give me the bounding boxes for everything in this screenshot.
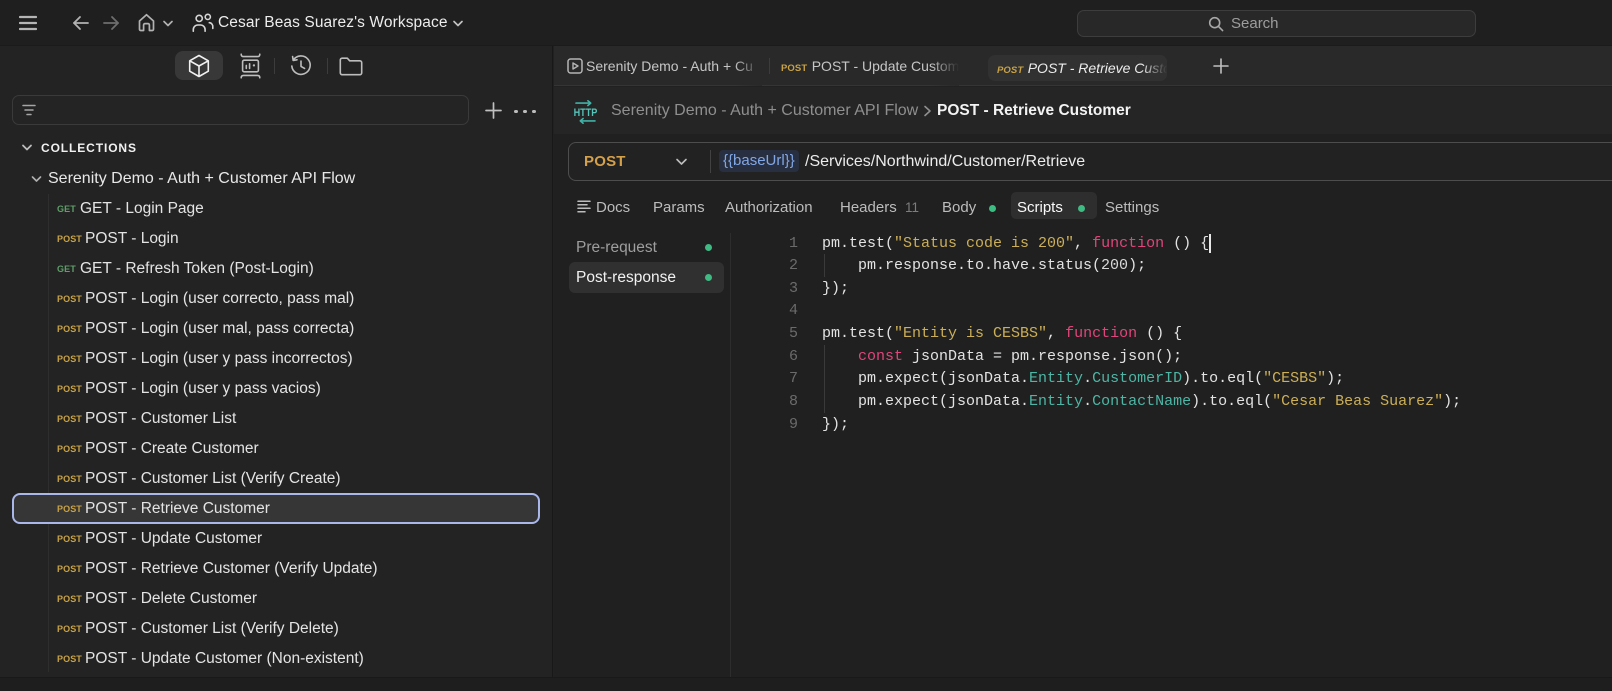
svg-text:HTTP: HTTP (574, 107, 598, 119)
